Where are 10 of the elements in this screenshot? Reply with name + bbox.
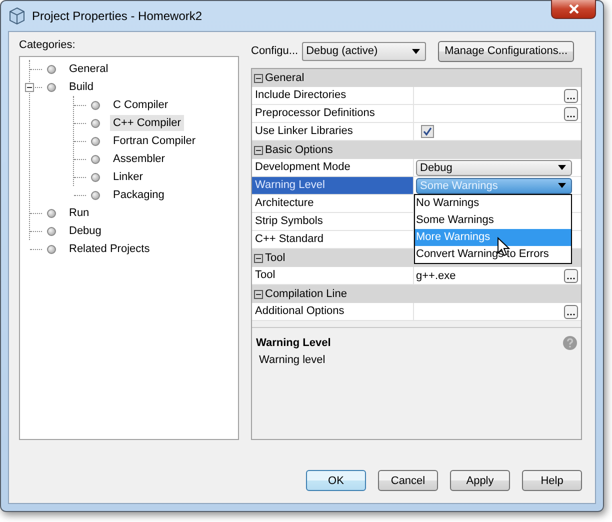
categories-label: Categories: [19, 39, 76, 53]
description-text: Warning level [258, 354, 326, 366]
section-title: Compilation Line [265, 288, 347, 300]
description-title: Warning Level [256, 337, 331, 349]
section-title: General [265, 72, 304, 84]
configuration-label: Configu... [251, 45, 298, 57]
section-title: Tool [265, 252, 286, 264]
window-title: Project Properties - Homework2 [32, 9, 202, 23]
section-title: Basic Options [265, 144, 333, 156]
property-value: g++.exe [416, 270, 457, 282]
